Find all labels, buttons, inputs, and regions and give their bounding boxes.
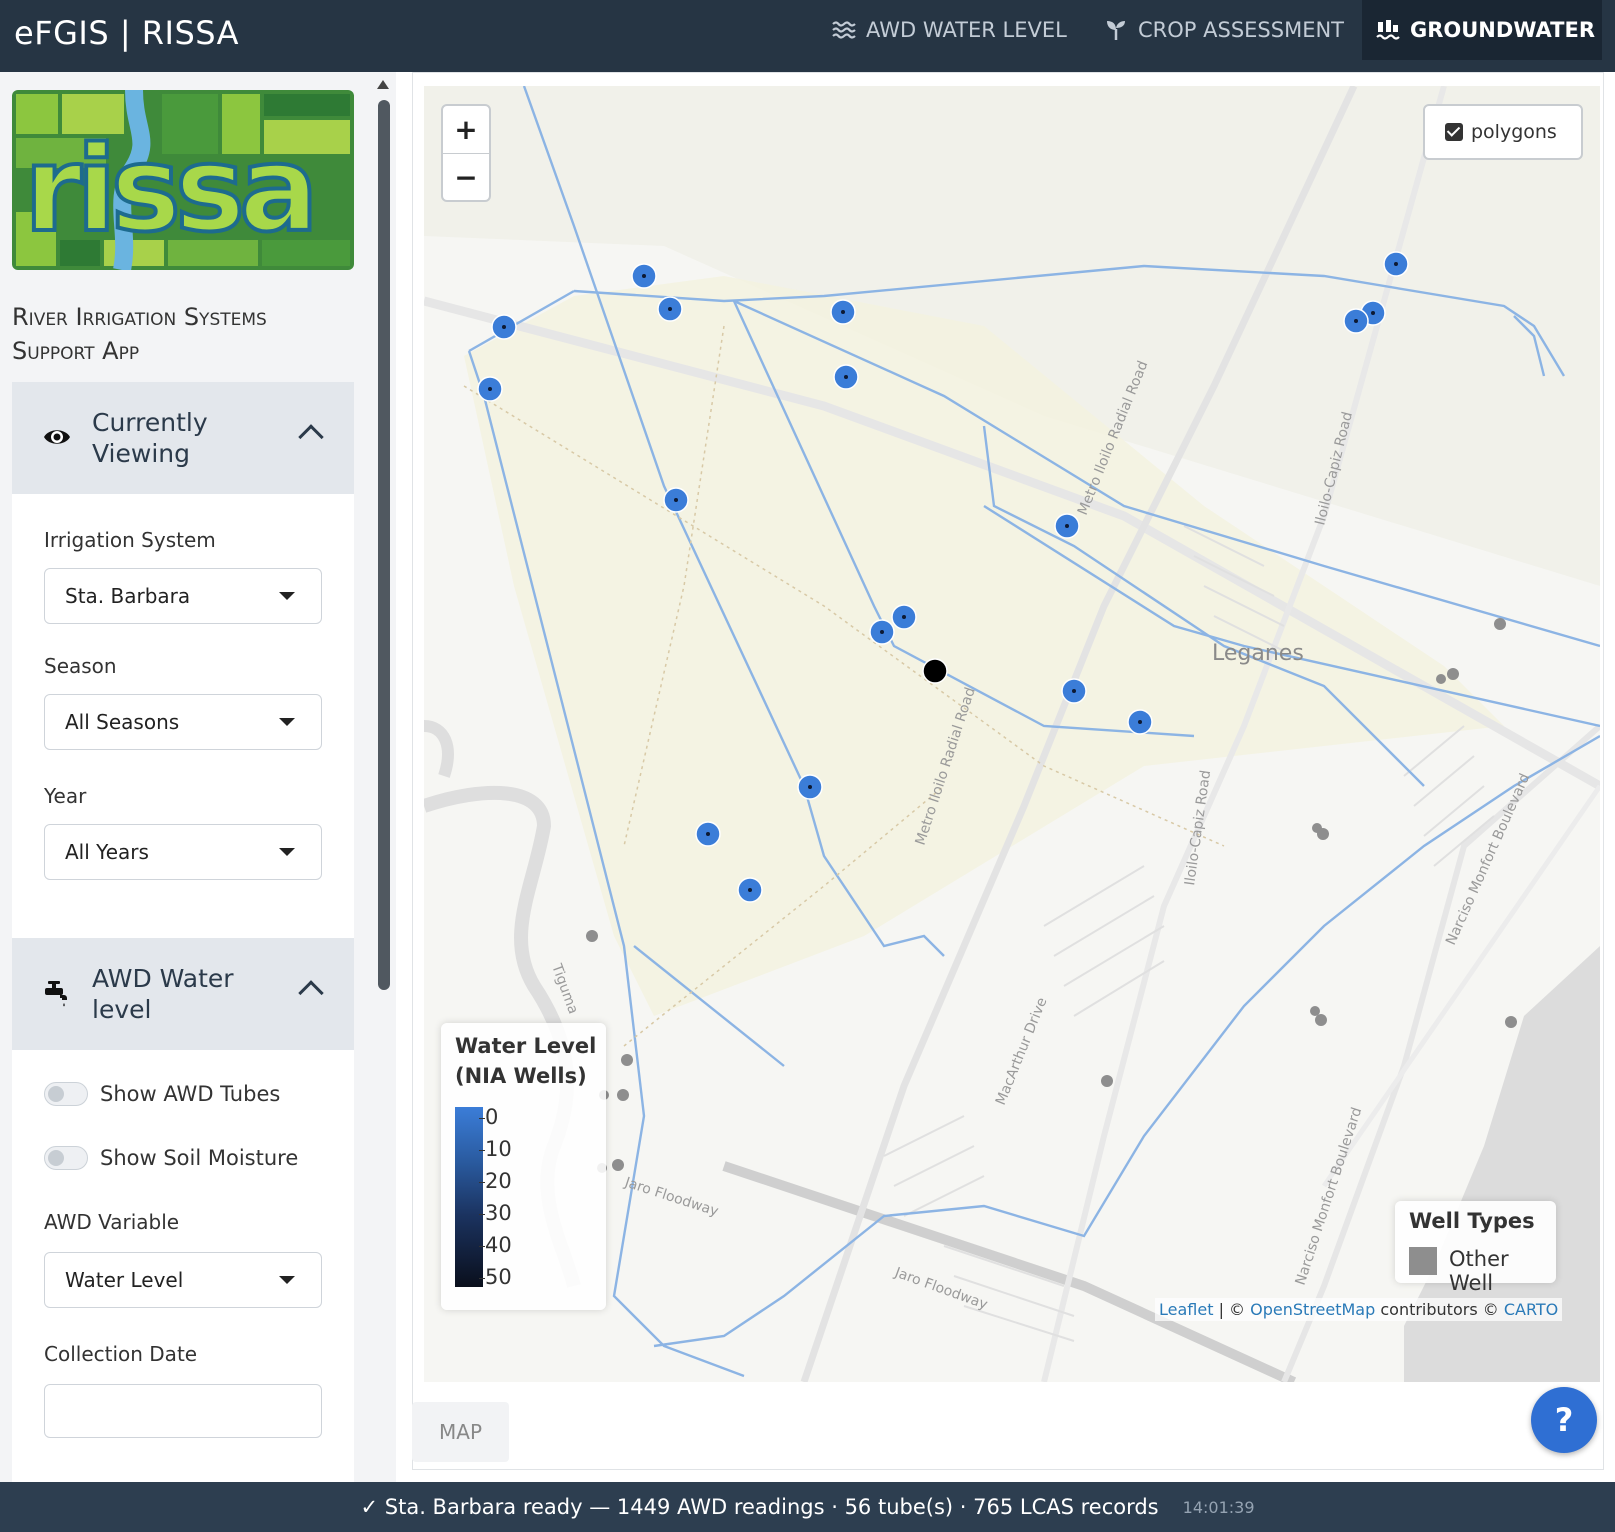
water-waves-icon <box>832 21 856 39</box>
road-label: MacArthur Drive <box>993 995 1051 1107</box>
dropdown-caret-icon <box>279 718 295 726</box>
currently-viewing-title: Currently Viewing <box>92 408 208 468</box>
nav-groundwater-label: GROUNDWATER <box>1410 18 1596 42</box>
water-level-legend: Water Level (NIA Wells) 0 10 20 30 40 50 <box>441 1023 606 1310</box>
awd-variable-value: Water Level <box>65 1268 184 1292</box>
awd-water-level-panel: AWD Water level Show AWD Tubes Show Soil… <box>12 938 354 1482</box>
rissa-logo: rissa <box>12 90 354 270</box>
road-label: Jaro Floodway <box>892 1264 990 1313</box>
well-types-legend-title: Well Types <box>1409 1209 1535 1233</box>
nav-groundwater[interactable]: GROUNDWATER <box>1362 0 1602 60</box>
collapse-chevron-icon[interactable] <box>298 424 324 450</box>
scrollbar-thumb[interactable] <box>378 100 390 990</box>
legend-tick: 30 <box>479 1201 512 1225</box>
map-attribution: Leaflet | © OpenStreetMap contributors ©… <box>1155 1298 1563 1321</box>
polygons-label: polygons <box>1471 121 1557 143</box>
road-label: Jaro Floodway <box>622 1174 721 1220</box>
well-types-legend: Well Types Other Well <box>1395 1201 1556 1295</box>
zoom-in-button[interactable]: + <box>443 106 489 153</box>
zoom-out-button[interactable]: − <box>443 153 489 200</box>
season-select[interactable]: All Seasons <box>44 694 322 750</box>
status-bar: ✓ Sta. Barbara ready — 1449 AWD readings… <box>0 1482 1615 1532</box>
svg-text:rissa: rissa <box>24 120 313 258</box>
collection-date-input[interactable] <box>44 1384 322 1438</box>
legend-tick: 10 <box>479 1137 512 1161</box>
nav-awd-water-level[interactable]: AWD WATER LEVEL <box>832 0 1067 60</box>
polygons-checkbox[interactable] <box>1445 123 1463 141</box>
faucet-icon <box>45 981 67 1007</box>
season-value: All Seasons <box>65 710 180 734</box>
show-soil-moisture-toggle[interactable]: Show Soil Moisture <box>44 1146 298 1170</box>
dropdown-caret-icon <box>279 1276 295 1284</box>
show-awd-tubes-toggle[interactable]: Show AWD Tubes <box>44 1082 280 1106</box>
carto-link[interactable]: CARTO <box>1504 1300 1558 1319</box>
legend-tick: 40 <box>479 1233 512 1257</box>
nav-crop-label: CROP ASSESSMENT <box>1138 18 1345 42</box>
legend-tick: 20 <box>479 1169 512 1193</box>
seedling-icon <box>1107 21 1125 40</box>
collapse-chevron-icon[interactable] <box>298 980 324 1006</box>
irrigation-system-label: Irrigation System <box>44 528 216 552</box>
app-title[interactable]: eFGIS | RISSA <box>14 14 239 52</box>
irrigation-system-select[interactable]: Sta. Barbara <box>44 568 322 624</box>
status-time: 14:01:39 <box>1182 1497 1255 1517</box>
attribution-separator: | © <box>1213 1300 1251 1319</box>
town-label-leganes: Leganes <box>1212 641 1304 666</box>
app-subtitle: River Irrigation Systems Support App <box>12 303 267 365</box>
show-soil-moisture-label: Show Soil Moisture <box>100 1146 299 1170</box>
dropdown-caret-icon <box>279 848 295 856</box>
awd-panel-header[interactable]: AWD Water level <box>12 938 354 1050</box>
season-label: Season <box>44 654 117 678</box>
awd-panel-title: AWD Water level <box>92 964 234 1024</box>
legend-tick: 50 <box>479 1265 512 1289</box>
top-navbar: eFGIS | RISSA AWD WATER LEVEL CROP ASSES… <box>0 0 1615 72</box>
road-label: Iloilo-Capiz Road <box>1182 769 1214 886</box>
show-awd-tubes-label: Show AWD Tubes <box>100 1082 281 1106</box>
collection-date-label: Collection Date <box>44 1342 198 1366</box>
nav-awd-label: AWD WATER LEVEL <box>866 18 1067 42</box>
zoom-control: + − <box>441 104 491 202</box>
year-label: Year <box>44 784 87 808</box>
currently-viewing-panel: Currently Viewing Irrigation System Sta.… <box>12 382 354 938</box>
attribution-contributors: contributors © <box>1375 1300 1504 1319</box>
toggle-switch[interactable] <box>44 1146 88 1170</box>
currently-viewing-header[interactable]: Currently Viewing <box>12 382 354 494</box>
other-well-swatch <box>1409 1247 1437 1275</box>
awd-variable-select[interactable]: Water Level <box>44 1252 322 1308</box>
eye-icon <box>44 430 70 444</box>
dropdown-caret-icon <box>279 592 295 600</box>
legend-tick: 0 <box>478 1105 499 1129</box>
layer-control[interactable]: polygons <box>1423 104 1583 160</box>
groundwater-icon <box>1376 20 1400 40</box>
leaflet-link[interactable]: Leaflet <box>1159 1300 1213 1319</box>
other-well-label: Other Well <box>1449 1247 1509 1295</box>
irrigation-system-value: Sta. Barbara <box>65 584 191 608</box>
status-message: ✓ Sta. Barbara ready — 1449 AWD readings… <box>360 1495 1159 1519</box>
water-level-legend-title: Water Level (NIA Wells) <box>455 1034 597 1088</box>
year-value: All Years <box>65 840 149 864</box>
map-tab[interactable]: MAP <box>412 1402 509 1462</box>
nav-crop-assessment[interactable]: CROP ASSESSMENT <box>1104 0 1344 60</box>
osm-link[interactable]: OpenStreetMap <box>1250 1300 1375 1319</box>
scroll-up-arrow-icon[interactable] <box>377 80 389 89</box>
road-label: Narciso Monfort Boulevard <box>1443 771 1533 947</box>
toggle-switch[interactable] <box>44 1082 88 1106</box>
help-button[interactable]: ? <box>1531 1387 1597 1453</box>
awd-variable-label: AWD Variable <box>44 1210 180 1234</box>
color-ramp <box>455 1107 483 1287</box>
year-select[interactable]: All Years <box>44 824 322 880</box>
